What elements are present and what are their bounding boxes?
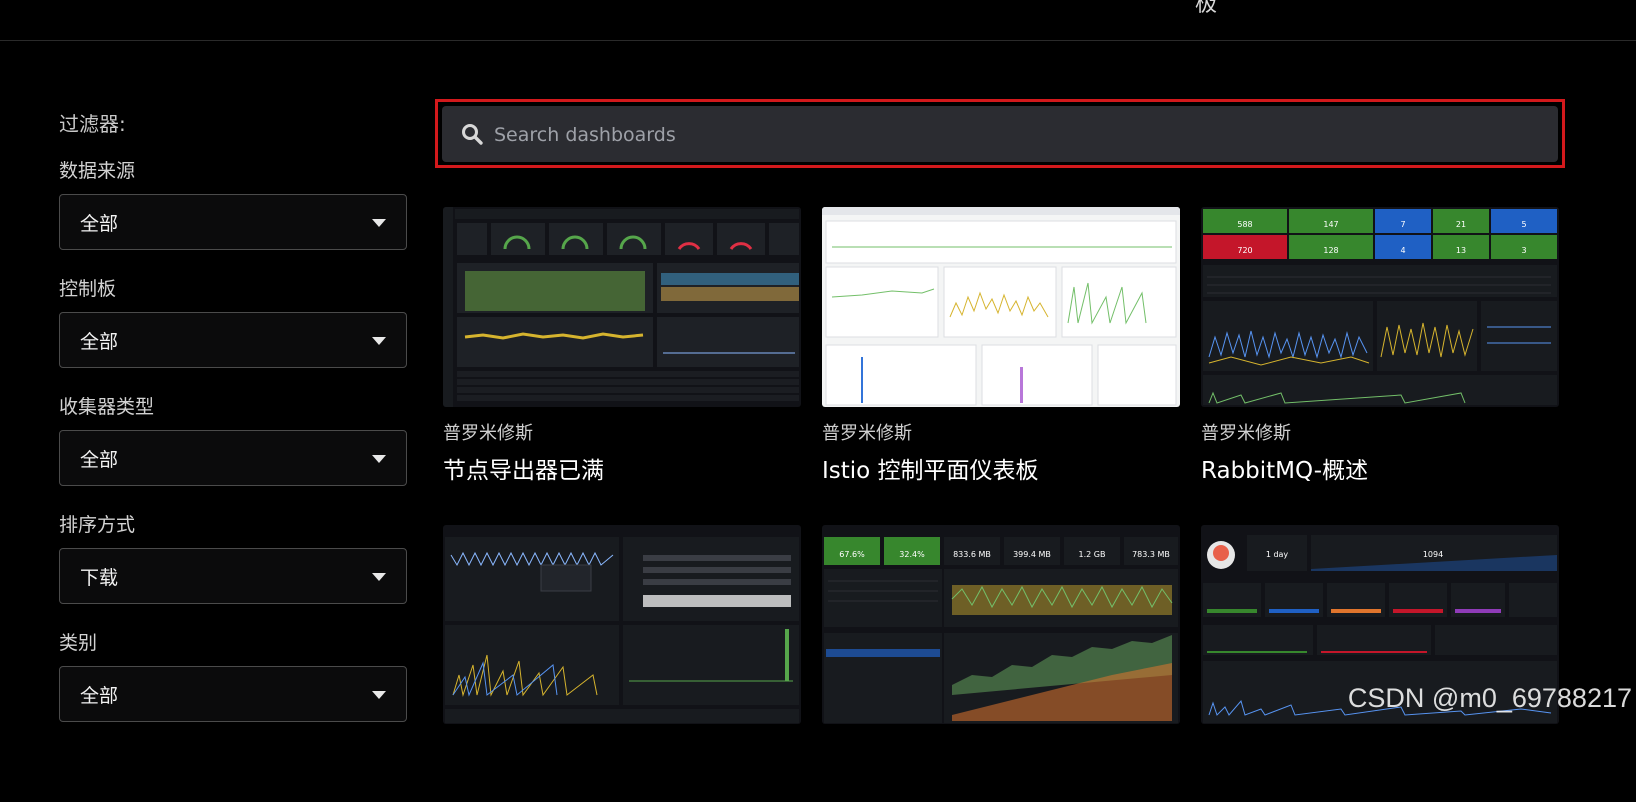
stat-value: 67.6%: [839, 550, 865, 559]
stat-value: 1 day: [1266, 550, 1289, 559]
caret-down-icon: [372, 219, 386, 227]
filter-sort: 排序方式 下载: [59, 510, 407, 604]
stat-value: 32.4%: [899, 550, 925, 559]
filters-title: 过滤器:: [59, 112, 126, 136]
stat-value: 128: [1323, 246, 1338, 255]
category-select[interactable]: 全部: [59, 666, 407, 722]
stat-value: 1.2 GB: [1079, 550, 1106, 559]
dashboard-thumbnail[interactable]: [822, 207, 1180, 407]
stat-value: 1094: [1423, 550, 1443, 559]
dashboard-title[interactable]: [822, 768, 1180, 802]
stat-value: 833.6 MB: [953, 550, 991, 559]
dashboard-title[interactable]: RabbitMQ-概述: [1201, 451, 1559, 485]
dashboard-title[interactable]: Istio 控制平面仪表板: [822, 451, 1180, 485]
select-value: 全部: [80, 449, 119, 471]
dashboard-source: [822, 736, 1180, 760]
panel-select[interactable]: 全部: [59, 312, 407, 368]
stat-value: 7: [1400, 220, 1405, 229]
caret-down-icon: [372, 691, 386, 699]
filter-label: 类别: [59, 632, 98, 654]
dashboard-title[interactable]: 节点导出器已满: [443, 451, 801, 485]
dashboard-source: [443, 736, 801, 760]
filters-panel: 过滤器: 数据来源 全部 控制板 全部 收集器类型 全部 排序方式 下载 类别 …: [59, 108, 407, 746]
caret-down-icon: [372, 337, 386, 345]
stat-value: 720: [1237, 246, 1252, 255]
stat-value: 588: [1237, 220, 1252, 229]
stat-value: 147: [1323, 220, 1338, 229]
filter-label: 收集器类型: [59, 396, 155, 418]
stat-value: 21: [1456, 220, 1466, 229]
dashboard-card[interactable]: 67.6% 32.4% 833.6 MB 399.4 MB 1.2 GB 783…: [822, 525, 1180, 802]
dashboard-thumbnail[interactable]: 67.6% 32.4% 833.6 MB 399.4 MB 1.2 GB 783…: [822, 525, 1180, 724]
caret-down-icon: [372, 455, 386, 463]
filter-panel-type: 控制板 全部: [59, 274, 407, 368]
dashboard-thumbnail[interactable]: 588 147 7 21 5 720 128 4 13 3: [1201, 207, 1559, 407]
dashboard-source: 普罗米修斯: [443, 423, 533, 444]
filter-collector-type: 收集器类型 全部: [59, 392, 407, 486]
stat-value: 783.3 MB: [1132, 550, 1170, 559]
caret-down-icon: [372, 573, 386, 581]
search-bar[interactable]: [442, 106, 1558, 162]
filter-category: 类别 全部: [59, 628, 407, 722]
dashboard-card[interactable]: 1 day 1094: [1201, 525, 1559, 802]
filter-label: 排序方式: [59, 514, 136, 536]
filter-label: 控制板: [59, 278, 117, 300]
stat-value: 5: [1521, 220, 1526, 229]
stat-value: 4: [1400, 246, 1405, 255]
stat-value: 3: [1521, 246, 1526, 255]
watermark: CSDN @m0_69788217: [1347, 683, 1632, 713]
datasource-select[interactable]: 全部: [59, 194, 407, 250]
dashboard-card[interactable]: 普罗米修斯 节点导出器已满: [443, 207, 801, 485]
search-input[interactable]: [492, 116, 1536, 154]
search-icon: [462, 124, 483, 145]
collector-select[interactable]: 全部: [59, 430, 407, 486]
dashboard-card[interactable]: 普罗米修斯 Istio 控制平面仪表板: [822, 207, 1180, 485]
filter-label: 数据来源: [59, 160, 136, 182]
dashboard-thumbnail[interactable]: [443, 207, 801, 407]
dashboard-thumbnail[interactable]: [443, 525, 801, 724]
dashboard-card[interactable]: 588 147 7 21 5 720 128 4 13 3 普罗米修斯 Rabb…: [1201, 207, 1559, 485]
sort-select[interactable]: 下载: [59, 548, 407, 604]
select-value: 全部: [80, 685, 119, 707]
dashboard-source: 普罗米修斯: [1201, 423, 1291, 444]
stat-value: 399.4 MB: [1013, 550, 1051, 559]
dashboard-source: [1201, 736, 1559, 760]
filter-datasource: 数据来源 全部: [59, 156, 407, 250]
select-value: 全部: [80, 331, 119, 353]
dashboard-title[interactable]: [443, 768, 801, 802]
top-bar: 极: [0, 0, 1636, 41]
top-partial-text: 极: [1195, 0, 1218, 17]
select-value: 下载: [80, 567, 119, 589]
select-value: 全部: [80, 213, 119, 235]
dashboard-title[interactable]: [1201, 768, 1559, 802]
stat-value: 13: [1456, 246, 1466, 255]
dashboard-source: 普罗米修斯: [822, 423, 912, 444]
dashboard-card[interactable]: [443, 525, 801, 802]
